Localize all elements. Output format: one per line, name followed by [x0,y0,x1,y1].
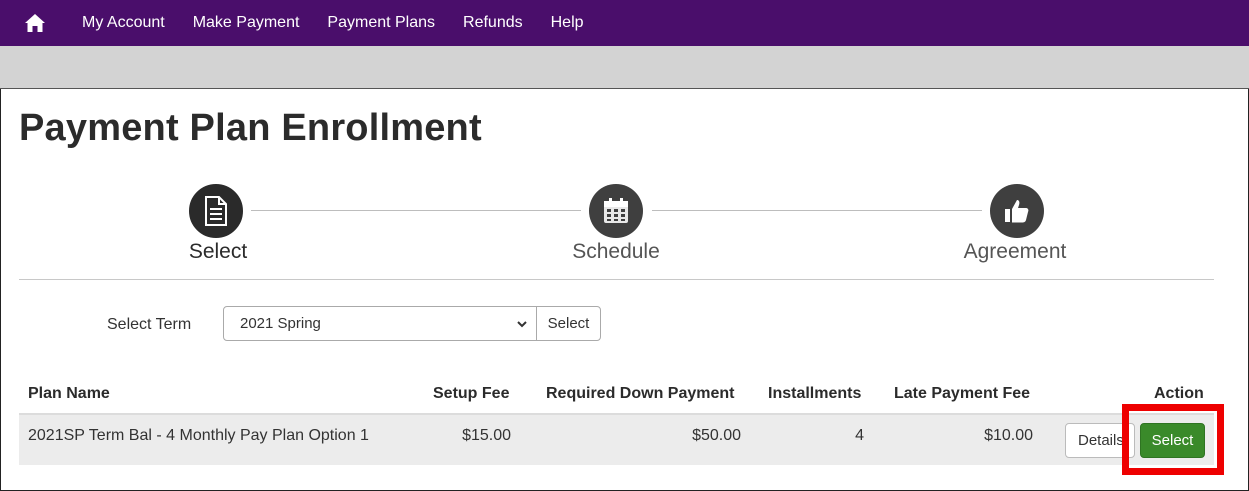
top-navbar: My Account Make Payment Payment Plans Re… [0,0,1249,46]
col-header-plan-name: Plan Name [28,385,110,402]
thumbs-up-icon [1005,200,1029,223]
chevron-down-icon [517,321,527,328]
nav-make-payment[interactable]: Make Payment [179,0,314,46]
step-schedule-icon [589,184,643,238]
stepper-connector [251,210,581,211]
document-icon [205,196,227,226]
col-header-late-fee: Late Payment Fee [894,385,1031,402]
cell-down-payment: $50.00 [692,427,741,444]
step-agreement-icon [990,184,1044,238]
cell-installments: 4 [855,427,864,444]
step-schedule-label: Schedule [572,240,660,263]
col-header-down-payment: Required Down Payment [546,385,735,402]
step-select-icon [189,184,243,238]
term-select-button[interactable]: Select [536,306,601,341]
step-agreement-label: Agreement [963,240,1067,263]
stepper-connector [652,210,982,211]
step-select-label: Select [188,240,248,263]
nav-payment-plans[interactable]: Payment Plans [313,0,449,46]
home-icon [25,14,45,32]
term-dropdown[interactable]: 2021 Spring [223,306,537,341]
calendar-icon [604,198,628,223]
nav-refunds[interactable]: Refunds [449,0,537,46]
cell-plan-name: 2021SP Term Bal - 4 Monthly Pay Plan Opt… [28,427,369,444]
nav-help[interactable]: Help [537,0,598,46]
highlight-annotation [1122,404,1224,475]
term-selected-value: 2021 Spring [240,315,321,332]
cell-late-fee: $10.00 [984,427,1033,444]
cell-setup-fee: $15.00 [462,427,511,444]
subheader-bar [0,46,1249,89]
col-header-setup-fee: Setup Fee [433,385,510,402]
nav-my-account[interactable]: My Account [82,0,179,46]
col-header-installments: Installments [768,385,862,402]
home-link[interactable] [0,0,82,46]
select-term-label: Select Term [107,316,192,333]
page-title: Payment Plan Enrollment [19,107,482,149]
col-header-action: Action [1154,385,1204,402]
section-divider [19,279,1214,280]
